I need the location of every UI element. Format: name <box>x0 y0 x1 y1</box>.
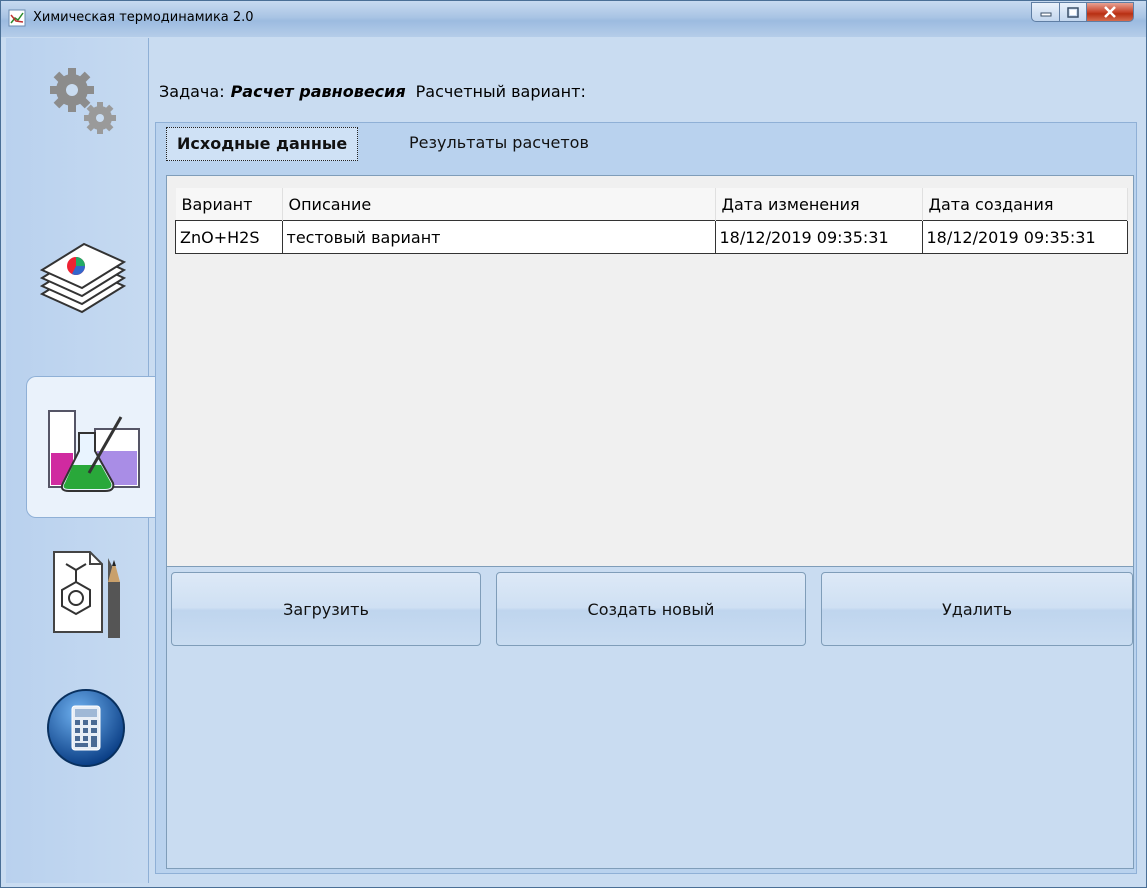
cell-modified[interactable]: 18/12/2019 09:35:31 <box>714 220 923 254</box>
sidebar-item-settings[interactable] <box>6 46 146 186</box>
variants-table: Вариант Описание Дата изменения Дата соз… <box>175 188 1128 254</box>
cell-description[interactable]: тестовый вариант <box>281 220 716 254</box>
minimize-button[interactable] <box>1031 2 1060 22</box>
action-buttons: Загрузить Создать новый Удалить <box>171 572 1133 648</box>
window-title: Химическая термодинамика 2.0 <box>33 10 254 25</box>
tab-results[interactable]: Результаты расчетов <box>399 127 599 159</box>
task-name: Расчет равновесия <box>230 82 406 101</box>
maximize-icon <box>1067 6 1079 18</box>
app-window: Химическая термодинамика 2.0 Задача: Рас… <box>0 0 1147 888</box>
sidebar-item-chemistry[interactable] <box>26 376 155 518</box>
task-header: Задача: Расчет равновесия Расчетный вариан… <box>159 82 586 101</box>
molecule-pencil-icon <box>53 551 120 638</box>
column-header-modified[interactable]: Дата изменения <box>715 188 923 221</box>
column-header-variant[interactable]: Вариант <box>175 188 283 221</box>
tab-panel: Вариант Описание Дата изменения Дата соз… <box>166 175 1134 869</box>
gears-icon <box>50 68 116 134</box>
variant-label: Расчетный вариант: <box>415 82 586 101</box>
sidebar-item-calculator[interactable] <box>6 668 146 808</box>
calculator-icon <box>47 689 125 767</box>
cell-created[interactable]: 18/12/2019 09:35:31 <box>921 220 1128 254</box>
sidebar <box>6 38 155 883</box>
table-row[interactable]: ZnO+H2S тестовый вариант 18/12/2019 09:3… <box>175 220 1128 254</box>
column-header-created[interactable]: Дата создания <box>922 188 1128 221</box>
create-new-button[interactable]: Создать новый <box>496 572 806 646</box>
delete-button[interactable]: Удалить <box>821 572 1133 646</box>
minimize-icon <box>1040 12 1051 17</box>
main-content: Задача: Расчет равновесия Расчетный вариан… <box>149 38 1145 883</box>
window-controls <box>1031 2 1134 24</box>
cell-variant[interactable]: ZnO+H2S <box>175 220 283 254</box>
document-stack-icon <box>39 242 127 314</box>
sidebar-item-database[interactable] <box>6 206 146 346</box>
load-button[interactable]: Загрузить <box>171 572 481 646</box>
table-header-row: Вариант Описание Дата изменения Дата соз… <box>175 188 1128 221</box>
lab-flasks-icon <box>48 410 140 492</box>
sidebar-item-structure-editor[interactable] <box>6 526 146 666</box>
app-icon <box>8 9 26 27</box>
close-button[interactable] <box>1087 2 1134 22</box>
close-icon <box>1104 6 1116 18</box>
variants-table-area: Вариант Описание Дата изменения Дата соз… <box>167 176 1133 567</box>
column-header-description[interactable]: Описание <box>282 188 716 221</box>
maximize-button[interactable] <box>1060 2 1087 22</box>
task-label: Задача: <box>159 82 225 101</box>
tab-control: Исходные данные Результаты расчетов Вари… <box>155 122 1137 874</box>
title-bar[interactable]: Химическая термодинамика 2.0 <box>1 1 1146 37</box>
tab-input-data[interactable]: Исходные данные <box>166 127 359 161</box>
